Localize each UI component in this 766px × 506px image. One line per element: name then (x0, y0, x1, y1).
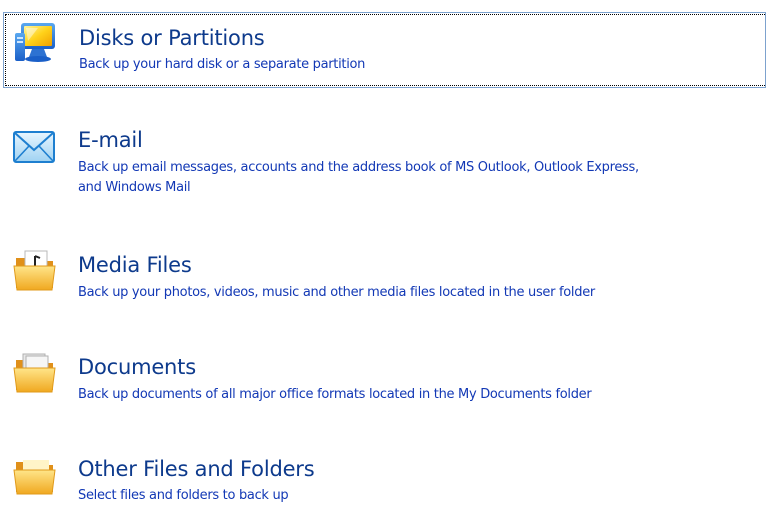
option-description: Select files and folders to back up (78, 488, 289, 503)
folder-icon (11, 450, 59, 498)
backup-source-list: Disks or Partitions Back up your hard di… (0, 0, 766, 506)
option-other-files-and-folders[interactable]: Other Files and Folders Select files and… (3, 444, 766, 506)
option-description: Back up your photos, videos, music and o… (78, 285, 595, 300)
documents-folder-icon (11, 348, 59, 396)
option-media-files[interactable]: Media Files Back up your photos, videos,… (3, 240, 766, 310)
envelope-icon (11, 123, 59, 171)
focus-rectangle (5, 14, 766, 86)
media-folder-icon (11, 246, 59, 294)
computer-monitor-icon (12, 19, 60, 67)
option-documents[interactable]: Documents Back up documents of all major… (3, 342, 766, 412)
option-title: Disks or Partitions (79, 26, 265, 50)
option-title: E-mail (78, 128, 143, 152)
option-title: Media Files (78, 253, 192, 277)
option-description: Back up your hard disk or a separate par… (79, 57, 366, 72)
option-description-line2: and Windows Mail (78, 180, 191, 195)
option-description: Back up email messages, accounts and the… (78, 160, 639, 175)
option-description: Back up documents of all major office fo… (78, 387, 592, 402)
option-email[interactable]: E-mail Back up email messages, accounts … (3, 115, 766, 210)
option-disks-or-partitions[interactable]: Disks or Partitions Back up your hard di… (3, 12, 766, 88)
option-title: Other Files and Folders (78, 457, 315, 481)
option-title: Documents (78, 355, 196, 379)
